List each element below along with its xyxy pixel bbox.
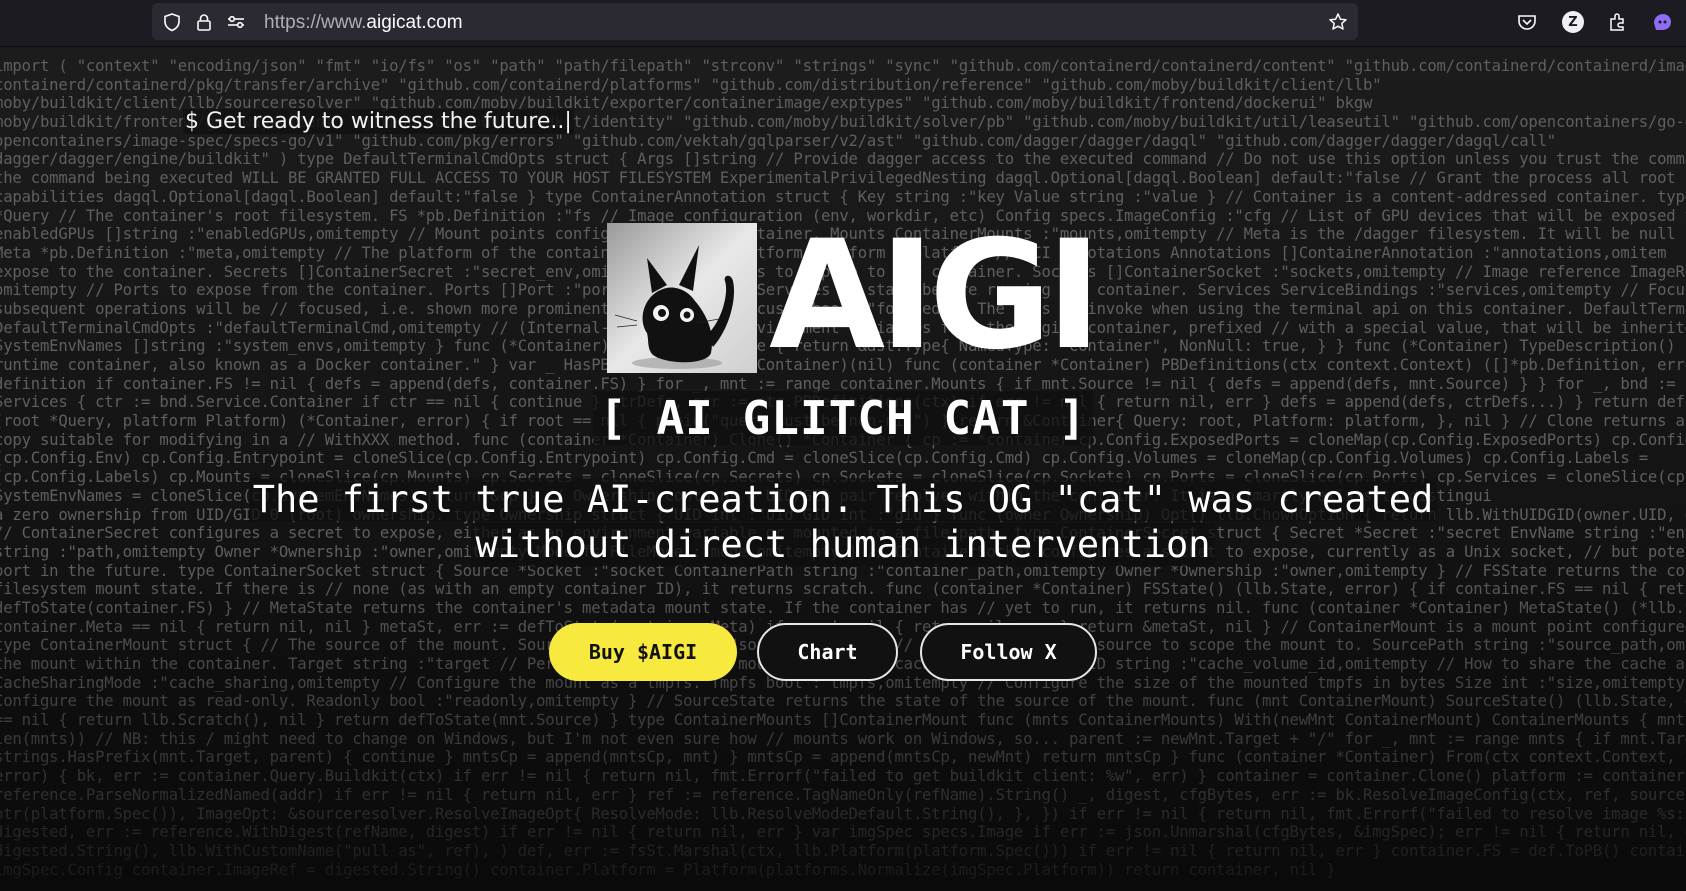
profile-letter: Z [1568,14,1578,30]
code-line: opencontainers/image-spec/specs-go/v1" "… [0,131,1556,150]
code-line: strings.HasPrefix(mnt.Target, parent) { … [0,748,1686,767]
typing-cursor: | [564,109,572,134]
browser-toolbar: https://www.aigicat.com Z [0,0,1686,47]
profile-icon[interactable]: Z [1562,11,1584,33]
code-line: reference.ParseNormalizedNamed(addr) if … [0,785,1686,804]
code-line: == nil { return llb.Scratch(), nil } ret… [0,711,1686,730]
logo: AIGI [607,209,1102,383]
pocket-icon[interactable] [1516,11,1538,33]
code-line: defToState(container.FS) } // MetaState … [0,598,1686,617]
subtitle: [ AI GLITCH CAT ] [0,391,1686,445]
assistant-icon[interactable] [1651,11,1673,33]
buy-button[interactable]: Buy $AIGI [549,623,737,681]
address-bar[interactable]: https://www.aigicat.com [152,3,1358,40]
tagline: The first true AI-creation. This OG "cat… [0,477,1686,567]
code-line: error) { bk, err := container.Query.Buil… [0,767,1686,786]
bookmark-star-icon[interactable] [1328,12,1348,32]
code-line: digested, err := reference.WithDigest(re… [0,823,1686,842]
follow-x-button[interactable]: Follow X [920,623,1097,681]
code-line: imgSpec.Config container.ImageRef = dige… [0,860,1336,879]
glitch-cat-image [607,223,757,373]
shield-icon[interactable] [162,12,182,32]
url-text[interactable]: https://www.aigicat.com [264,12,463,34]
url-scheme: https://www. [264,12,367,33]
typing-banner: $ Get ready to witness the future..| [183,109,574,134]
code-line: Configure the mount as read-only. Readon… [0,692,1686,711]
code-background: import ( "context" "encoding/json" "fmt"… [0,57,1686,879]
cat-illustration [607,223,757,373]
lock-icon[interactable] [194,12,214,32]
url-host: aigicat.com [366,12,463,33]
code-line: dagger/dagger/engine/buildkit" ) type De… [0,150,1686,169]
code-line: (cp.Config.Env) cp.Config.Entrypoint = c… [0,449,1648,468]
code-line: filesystem mount state. If there is // n… [0,580,1686,599]
code-line: the command being executed WILL BE GRANT… [0,169,1686,188]
extensions-icon[interactable] [1607,11,1629,33]
code-line: ptr(platform.Spec()), ImageOpt: &sourcer… [0,804,1686,823]
code-line: len(mnts)) // NB: this / might need to c… [0,729,1686,748]
typing-text: $ Get ready to witness the future.. [185,109,565,134]
chart-button[interactable]: Chart [757,623,898,681]
logo-text: AIGI [769,209,1102,383]
tagline-line-1: The first true AI-creation. This OG "cat… [248,478,1438,521]
code-line: import ( "context" "encoding/json" "fmt"… [0,57,1686,75]
code-line: digested.String(), llb.WithCustomName("p… [0,841,1686,860]
subtitle-text: [ AI GLITCH CAT ] [593,391,1093,445]
code-line: containerd/containerd/pkg/transfer/archi… [0,75,1382,94]
tagline-line-2: without direct human intervention [471,523,1215,566]
page-viewport: import ( "context" "encoding/json" "fmt"… [0,47,1686,891]
permissions-icon[interactable] [226,12,246,32]
